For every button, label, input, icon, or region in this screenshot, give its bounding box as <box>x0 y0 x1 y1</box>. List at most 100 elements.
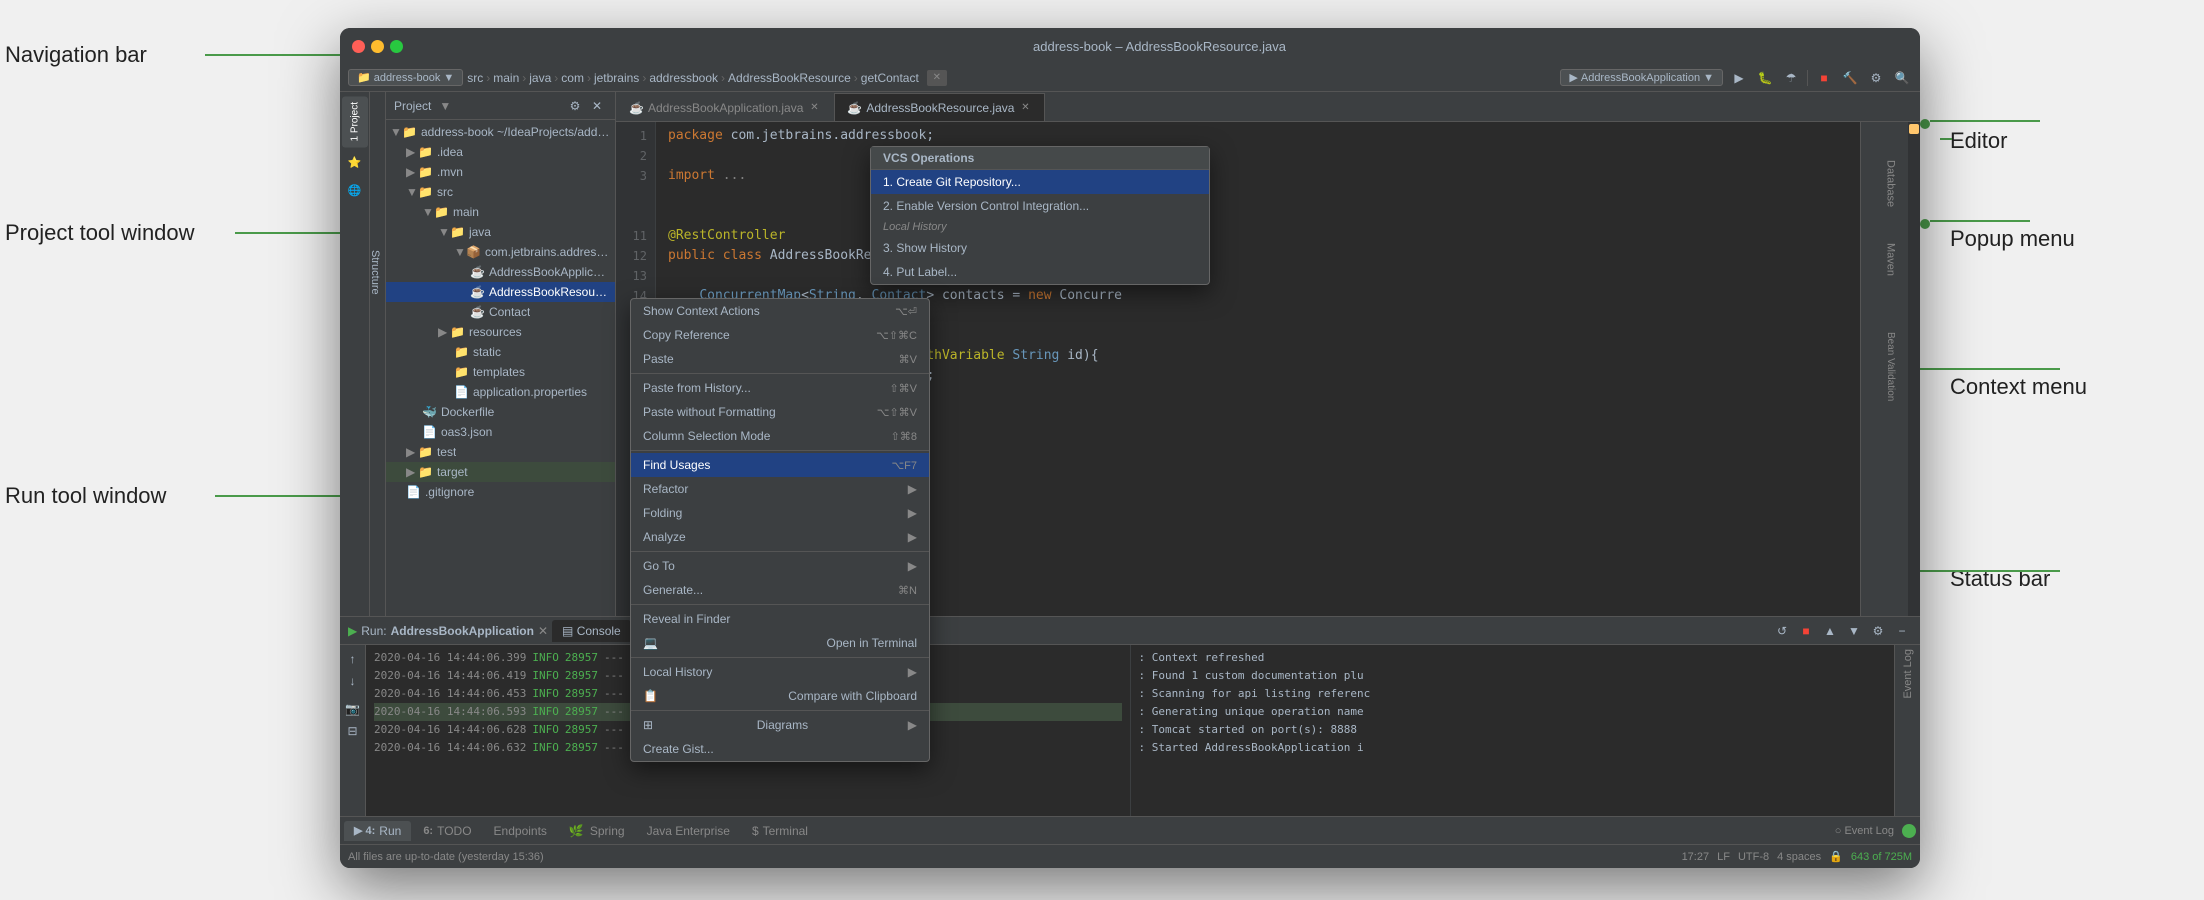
camera-btn[interactable]: 📷 <box>343 699 363 719</box>
panel-close[interactable]: ✕ <box>587 96 607 116</box>
ctx-analyze[interactable]: Analyze ▶ <box>631 525 929 549</box>
bc-main[interactable]: main <box>493 71 519 85</box>
filter-btn[interactable]: ⊟ <box>343 721 363 741</box>
ctx-local-history[interactable]: Local History ▶ <box>631 660 929 684</box>
web-tool-btn[interactable]: 🌐 <box>342 177 368 203</box>
tree-app-props[interactable]: 📄application.properties <box>386 382 615 402</box>
ctx-diagrams[interactable]: ⊞ Diagrams ▶ <box>631 713 929 737</box>
bean-validation-tab[interactable]: Bean Validation <box>1881 324 1900 409</box>
build-button[interactable]: 🔨 <box>1840 68 1860 88</box>
debug-button[interactable]: 🐛 <box>1755 68 1775 88</box>
bc-src[interactable]: src <box>467 71 483 85</box>
search-button[interactable]: 🔍 <box>1892 68 1912 88</box>
project-tree[interactable]: ▼ 📁 address-book ~/IdeaProjects/address-… <box>386 120 615 616</box>
run-up[interactable]: ▲ <box>1820 621 1840 641</box>
structure-tab[interactable]: Structure <box>370 242 385 303</box>
ctx-show-context[interactable]: Show Context Actions ⌥⏎ <box>631 299 929 323</box>
vcs-item-1[interactable]: 1. Create Git Repository... <box>871 170 1209 194</box>
tree-resources[interactable]: ▶ 📁resources <box>386 322 615 342</box>
tree-target[interactable]: ▶ 📁target <box>386 462 615 482</box>
database-tab[interactable]: Database <box>1881 152 1901 215</box>
btab-spring[interactable]: 🌿 Spring <box>559 821 635 841</box>
panel-settings[interactable]: ⚙ <box>565 96 585 116</box>
project-dropdown[interactable]: 📁 address-book ▼ <box>348 69 463 86</box>
ctx-terminal[interactable]: 💻 Open in Terminal <box>631 631 929 655</box>
ctx-reveal[interactable]: Reveal in Finder <box>631 607 929 631</box>
maven-tab[interactable]: Maven <box>1881 235 1901 284</box>
bc-jetbrains[interactable]: jetbrains <box>594 71 639 85</box>
tree-dockerfile[interactable]: 🐳Dockerfile <box>386 402 615 422</box>
scroll-end-btn[interactable]: ↓ <box>343 671 363 691</box>
run-button[interactable]: ▶ <box>1729 68 1749 88</box>
tree-idea[interactable]: ▶ 📁.idea <box>386 142 615 162</box>
stop-button[interactable]: ■ <box>1814 68 1834 88</box>
run-settings[interactable]: ⚙ <box>1868 621 1888 641</box>
run-config-dropdown[interactable]: ▶ AddressBookApplication ▼ <box>1560 69 1723 86</box>
ctx-goto[interactable]: Go To ▶ <box>631 554 929 578</box>
nav-close[interactable]: ✕ <box>927 70 947 86</box>
ctx-find-usages[interactable]: Find Usages ⌥F7 <box>631 453 929 477</box>
minimize-button[interactable] <box>371 40 384 53</box>
bc-java[interactable]: java <box>529 71 551 85</box>
tree-static[interactable]: 📁static <box>386 342 615 362</box>
run-minimize[interactable]: − <box>1892 621 1912 641</box>
tree-mvn[interactable]: ▶ 📁.mvn <box>386 162 615 182</box>
tree-root[interactable]: ▼ 📁 address-book ~/IdeaProjects/address- <box>386 122 615 142</box>
run-stop[interactable]: ■ <box>1796 621 1816 641</box>
tree-resource[interactable]: ☕AddressBookResource <box>386 282 615 302</box>
settings-button[interactable]: ⚙ <box>1866 68 1886 88</box>
tree-app[interactable]: ☕AddressBookApplication <box>386 262 615 282</box>
ctx-copy-ref[interactable]: Copy Reference ⌥⇧⌘C <box>631 323 929 347</box>
status-position[interactable]: 17:27 <box>1682 851 1710 863</box>
run-down[interactable]: ▼ <box>1844 621 1864 641</box>
tree-oas[interactable]: 📄oas3.json <box>386 422 615 442</box>
ctx-refactor[interactable]: Refactor ▶ <box>631 477 929 501</box>
status-event-log[interactable]: ○ Event Log <box>1835 825 1894 837</box>
bc-method[interactable]: getContact <box>861 71 919 85</box>
tree-gitignore[interactable]: 📄.gitignore <box>386 482 615 502</box>
project-dropdown-arrow[interactable]: ▼ <box>439 99 451 113</box>
run-close[interactable]: ✕ <box>538 624 548 638</box>
tab-addressbook-resource[interactable]: ☕ AddressBookResource.java ✕ <box>834 93 1045 121</box>
event-log-label[interactable]: Event Log <box>1902 649 1914 699</box>
ctx-paste[interactable]: Paste ⌘V <box>631 347 929 371</box>
status-lf[interactable]: LF <box>1717 851 1730 863</box>
close-button[interactable] <box>352 40 365 53</box>
bc-com[interactable]: com <box>561 71 584 85</box>
ctx-generate[interactable]: Generate... ⌘N <box>631 578 929 602</box>
favorites-tool-btn[interactable]: ⭐ <box>342 149 368 175</box>
ctx-paste-no-fmt[interactable]: Paste without Formatting ⌥⇧⌘V <box>631 400 929 424</box>
ctx-folding[interactable]: Folding ▶ <box>631 501 929 525</box>
tab-close-app[interactable]: ✕ <box>807 101 821 115</box>
tab-close-resource[interactable]: ✕ <box>1018 101 1032 115</box>
tab-addressbook-app[interactable]: ☕ AddressBookApplication.java ✕ <box>616 93 834 121</box>
run-restart[interactable]: ↺ <box>1772 621 1792 641</box>
maximize-button[interactable] <box>390 40 403 53</box>
tree-package[interactable]: ▼ 📦com.jetbrains.addressbook <box>386 242 615 262</box>
vcs-item-3[interactable]: 3. Show History <box>871 236 1209 260</box>
ctx-paste-history[interactable]: Paste from History... ⇧⌘V <box>631 376 929 400</box>
tree-src[interactable]: ▼ 📁src <box>386 182 615 202</box>
bc-addressbook[interactable]: addressbook <box>649 71 718 85</box>
vcs-item-2[interactable]: 2. Enable Version Control Integration... <box>871 194 1209 218</box>
ctx-column-mode[interactable]: Column Selection Mode ⇧⌘8 <box>631 424 929 448</box>
run-tab-console[interactable]: ▤ Console <box>552 620 631 642</box>
status-encoding[interactable]: UTF-8 <box>1738 851 1769 863</box>
project-tool-btn[interactable]: 1 Project <box>342 96 368 147</box>
btab-javaee[interactable]: Java Enterprise <box>637 821 740 841</box>
status-indent[interactable]: 4 spaces <box>1777 851 1821 863</box>
tree-java[interactable]: ▼ 📁java <box>386 222 615 242</box>
ctx-compare-clipboard[interactable]: 📋 Compare with Clipboard <box>631 684 929 708</box>
vcs-item-4[interactable]: 4. Put Label... <box>871 260 1209 284</box>
tree-test[interactable]: ▶ 📁test <box>386 442 615 462</box>
coverage-button[interactable]: ☂ <box>1781 68 1801 88</box>
btab-run[interactable]: ▶ 4: Run <box>344 821 411 841</box>
tree-contact[interactable]: ☕Contact <box>386 302 615 322</box>
tree-templates[interactable]: 📁templates <box>386 362 615 382</box>
status-memory[interactable]: 643 of 725M <box>1851 851 1912 863</box>
bc-resource[interactable]: AddressBookResource <box>728 71 851 85</box>
status-lock[interactable]: 🔒 <box>1829 850 1843 863</box>
btab-endpoints[interactable]: Endpoints <box>484 821 557 841</box>
tree-main[interactable]: ▼ 📁main <box>386 202 615 222</box>
ctx-create-gist[interactable]: Create Gist... <box>631 737 929 761</box>
